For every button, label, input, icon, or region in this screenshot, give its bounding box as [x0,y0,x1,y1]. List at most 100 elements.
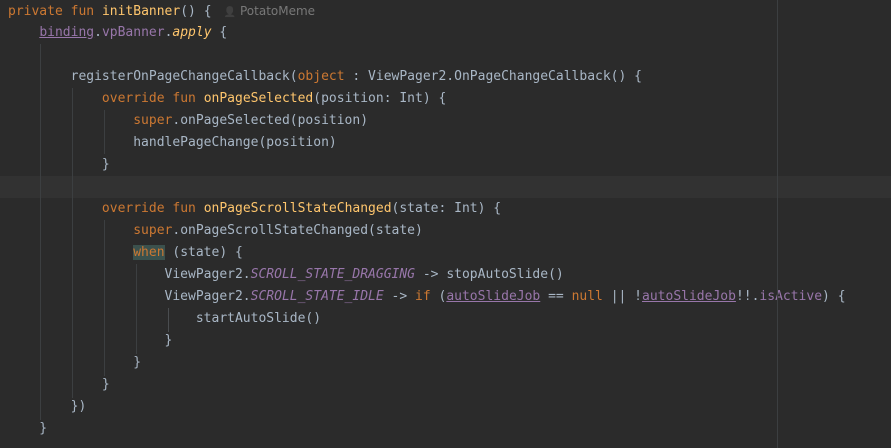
code-line[interactable]: binding.vpBanner.apply { [0,22,891,44]
code-token: ViewPager2. [8,289,251,304]
code-line[interactable]: override fun onPageScrollStateChanged(st… [0,198,891,220]
code-token: (position: Int) { [313,91,447,106]
code-text: startAutoSlide() [8,308,321,330]
code-token: .onPageSelected(position) [172,113,369,128]
code-token: onPageSelected [203,91,314,106]
code-token: super [133,113,173,128]
code-line[interactable]: } [0,352,891,374]
code-token: autoSlideJob [642,289,736,304]
code-token: } [8,333,173,348]
code-token: autoSlideJob [446,289,541,304]
code-line[interactable]: super.onPageScrollStateChanged(state) [0,220,891,242]
code-token: -> stopAutoSlide() [415,267,564,282]
code-token: override [101,91,165,106]
indent-guide [104,110,105,154]
code-token: . [94,25,102,40]
code-token: ViewPager2. [8,267,251,282]
code-text: override fun onPageSelected(position: In… [8,88,446,110]
indent-guide [72,88,73,398]
code-token: } [8,355,142,370]
code-line[interactable]: handlePageChange(position) [0,132,891,154]
code-line[interactable]: } [0,154,891,176]
code-line[interactable]: } [0,374,891,396]
code-token: isActive [759,289,823,304]
current-line[interactable] [0,176,891,198]
code-token: { [211,25,228,40]
indent-guide [136,264,137,354]
code-text: registerOnPageChangeCallback(object : Vi… [8,66,642,88]
code-text: private fun initBanner() { 👤 PotatoMeme [8,0,315,24]
code-line[interactable]: when (state) { [0,242,891,264]
code-token: initBanner [101,4,181,19]
code-line[interactable]: startAutoSlide() [0,308,891,330]
code-token: null [571,289,603,304]
code-token: private [8,4,63,19]
code-token: if [415,289,431,304]
user-icon: 👤 [223,7,236,18]
code-text: } [8,330,173,352]
code-text: super.onPageSelected(position) [8,110,368,132]
code-token: .onPageScrollStateChanged(state) [172,223,423,238]
code-token: super [133,223,173,238]
code-token: fun [172,91,196,106]
code-line[interactable]: ViewPager2.SCROLL_STATE_DRAGGING -> stop… [0,264,891,286]
code-line[interactable]: private fun initBanner() { 👤 PotatoMeme [0,0,891,22]
code-text: super.onPageScrollStateChanged(state) [8,220,423,242]
code-text: } [8,352,141,374]
code-token: vpBanner [101,25,165,40]
code-token: }) [8,399,87,414]
code-editor[interactable]: private fun initBanner() {👤 PotatoMeme bi… [0,0,891,448]
right-margin-guide [777,0,778,448]
code-line[interactable]: }) [0,396,891,418]
code-token: ) { [822,289,846,304]
code-token: object [297,69,345,84]
code-token: == [540,289,572,304]
code-token: SCROLL_STATE_IDLE [250,289,384,304]
code-token: } [8,157,110,172]
code-token: !!. [735,289,760,304]
code-author-hint[interactable]: 👤 PotatoMeme [224,4,316,18]
code-line[interactable]: } [0,418,891,440]
code-token: } [8,377,110,392]
code-text: }) [8,396,87,418]
code-text: } [8,374,110,396]
code-token: } [8,421,48,436]
code-text: binding.vpBanner.apply { [8,22,227,44]
code-token: handlePageChange(position) [8,135,337,150]
code-text: handlePageChange(position) [8,132,337,154]
code-token: fun [172,201,196,216]
code-token: fun [70,4,95,19]
code-token: override [101,201,165,216]
code-token: -> [383,289,416,304]
code-token: () { [180,4,212,19]
code-text: ViewPager2.SCROLL_STATE_IDLE -> if (auto… [8,286,846,308]
code-line[interactable] [0,44,891,66]
code-text: ViewPager2.SCROLL_STATE_DRAGGING -> stop… [8,264,564,286]
code-line[interactable]: registerOnPageChangeCallback(object : Vi… [0,66,891,88]
code-text: } [8,154,110,176]
code-token: (state) { [164,245,243,260]
indent-guide [40,44,41,420]
code-token: when [133,245,165,260]
indent-guide [168,308,169,332]
code-token: SCROLL_STATE_DRAGGING [250,267,416,282]
code-token: apply [172,25,212,40]
code-line[interactable]: super.onPageSelected(position) [0,110,891,132]
code-token: ( [430,289,447,304]
code-token: binding [39,25,95,40]
code-line[interactable]: override fun onPageSelected(position: In… [0,88,891,110]
code-text: when (state) { [8,242,243,264]
code-token: registerOnPageChangeCallback( [8,69,298,84]
author-name: PotatoMeme [239,4,316,18]
code-line[interactable]: } [0,330,891,352]
code-text: } [8,418,47,440]
code-line[interactable]: ViewPager2.SCROLL_STATE_IDLE -> if (auto… [0,286,891,308]
